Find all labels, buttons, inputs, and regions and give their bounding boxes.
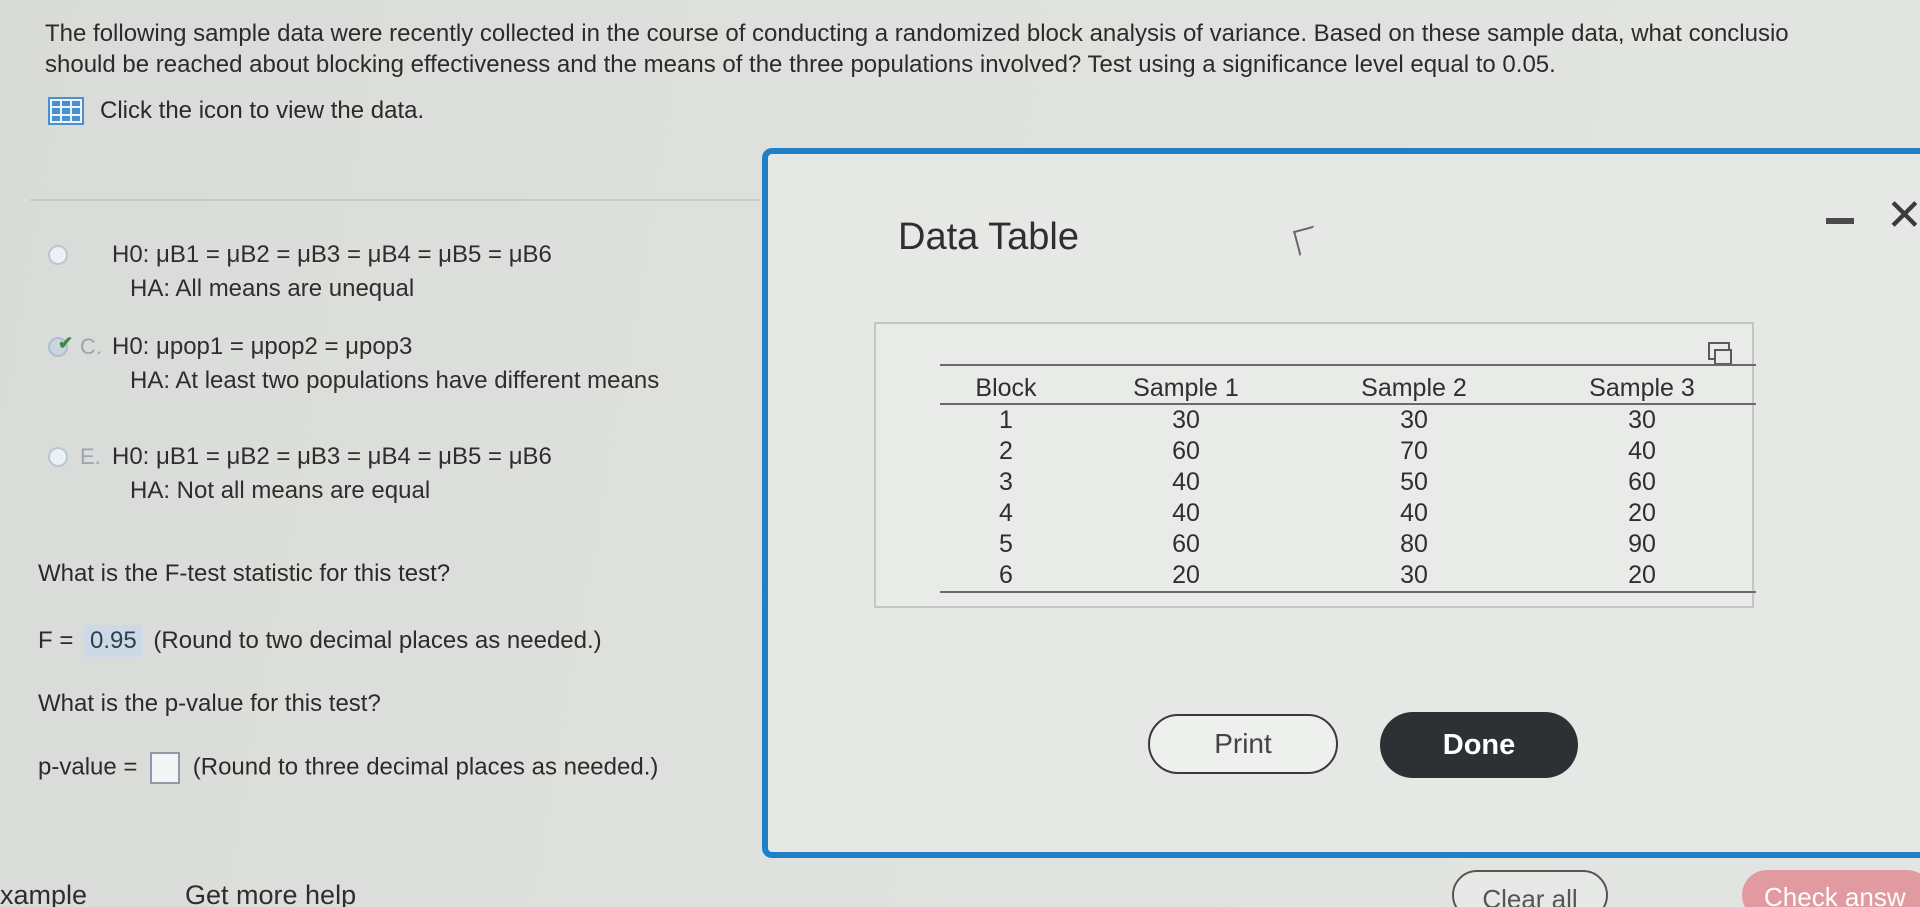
cell: 60 (1172, 530, 1200, 558)
header-sample-2: Sample 2 (1361, 374, 1467, 402)
cell: 20 (1071, 560, 1300, 593)
option-letter: C. (80, 334, 102, 359)
question-line-1: The following sample data were recently … (45, 20, 1789, 47)
null-hypothesis: H0: μB1 = μB2 = μB3 = μB4 = μB5 = μB6 (112, 241, 552, 268)
f-prefix: F = (38, 627, 74, 654)
print-button[interactable]: Print (1148, 714, 1338, 774)
option-letter: E. (80, 444, 101, 469)
table-row: 5 60 80 90 (940, 529, 1756, 560)
cell: 1 (999, 406, 1013, 434)
cell: 40 (1172, 468, 1200, 496)
alt-hypothesis: HA: All means are unequal (130, 275, 415, 302)
p-prefix: p-value = (38, 753, 138, 781)
example-link[interactable]: xample (0, 880, 87, 907)
table-row: 4 40 40 20 (940, 498, 1756, 529)
cell: 80 (1400, 530, 1428, 558)
dialog-title: Data Table (898, 216, 1079, 258)
cell: 30 (1172, 406, 1200, 434)
cell: 5 (999, 530, 1013, 558)
f-question: What is the F-test statistic for this te… (38, 560, 451, 587)
section-divider (30, 199, 760, 201)
question-text: The following sample data were recently … (45, 18, 1920, 80)
cell: 20 (1527, 560, 1756, 593)
cell: 70 (1400, 437, 1428, 465)
f-answer-row: F = 0.95 (Round to two decimal places as… (38, 625, 602, 657)
table-row: 3 40 50 60 (940, 467, 1756, 498)
null-hypothesis: H0: μB1 = μB2 = μB3 = μB4 = μB5 = μB6 (112, 443, 552, 470)
radio-button[interactable] (48, 447, 68, 467)
p-value-input[interactable] (150, 752, 181, 784)
data-table-panel: Block Sample 1 Sample 2 Sample 3 1 30 30… (874, 322, 1756, 608)
cell: 30 (1400, 406, 1428, 434)
question-line-2: should be reached about blocking effecti… (45, 51, 1556, 78)
option-e[interactable]: E. H0: μB1 = μB2 = μB3 = μB4 = μB5 = μB6… (48, 440, 552, 508)
cell: 3 (999, 468, 1013, 496)
p-answer-row: p-value = (Round to three decimal places… (38, 752, 658, 784)
p-hint: (Round to three decimal places as needed… (192, 753, 659, 781)
data-table: Block Sample 1 Sample 2 Sample 3 1 30 30… (940, 364, 1756, 593)
cell: 40 (1172, 499, 1200, 527)
radio-button-selected[interactable]: ✔ (48, 333, 73, 357)
option-prev[interactable]: H0: μB1 = μB2 = μB3 = μB4 = μB5 = μB6 HA… (48, 238, 552, 306)
cell: 2 (999, 437, 1013, 465)
data-table-dialog: Data Table ✕ Block Sample 1 Sample 2 Sam… (762, 148, 1920, 858)
cell: 20 (1628, 499, 1656, 527)
copy-icon[interactable] (1708, 342, 1732, 365)
get-more-help-link[interactable]: Get more help (185, 880, 356, 907)
option-c[interactable]: ✔ C. H0: μpop1 = μpop2 = μpop3 HA: At le… (48, 330, 659, 398)
minimize-icon[interactable] (1826, 218, 1854, 224)
done-button[interactable]: Done (1380, 712, 1578, 778)
cell: 50 (1400, 468, 1428, 496)
p-question: What is the p-value for this test? (38, 690, 381, 717)
cell: 4 (999, 499, 1013, 527)
cell: 90 (1628, 530, 1656, 558)
check-icon: ✔ (58, 333, 74, 353)
radio-button[interactable] (48, 245, 68, 265)
cell: 30 (1628, 406, 1656, 434)
null-hypothesis: H0: μpop1 = μpop2 = μpop3 (112, 333, 413, 360)
check-answer-button[interactable]: Check answ (1742, 870, 1920, 907)
cell: 30 (1299, 560, 1528, 593)
view-data-link[interactable]: Click the icon to view the data. (48, 96, 424, 126)
table-row: 1 30 30 30 (940, 404, 1756, 436)
table-row: 2 60 70 40 (940, 436, 1756, 467)
cell: 6 (940, 560, 1072, 593)
table-icon[interactable] (48, 97, 84, 125)
f-hint: (Round to two decimal places as needed.) (153, 627, 602, 654)
table-row: 6 20 30 20 (940, 560, 1756, 593)
view-data-label: Click the icon to view the data. (100, 97, 425, 124)
f-answer-field[interactable]: 0.95 (84, 625, 143, 657)
header-block: Block (975, 374, 1037, 402)
clear-all-button[interactable]: Clear all (1452, 870, 1608, 907)
header-sample-1: Sample 1 (1133, 374, 1239, 402)
table-header-row: Block Sample 1 Sample 2 Sample 3 (940, 365, 1756, 404)
alt-hypothesis: HA: Not all means are equal (130, 477, 431, 504)
mouse-cursor-icon (1293, 225, 1321, 257)
cell: 60 (1172, 437, 1200, 465)
header-sample-3: Sample 3 (1589, 374, 1695, 402)
alt-hypothesis: HA: At least two populations have differ… (130, 367, 660, 394)
cell: 60 (1628, 468, 1656, 496)
close-icon[interactable]: ✕ (1886, 194, 1920, 238)
cell: 40 (1628, 437, 1656, 465)
cell: 40 (1400, 499, 1428, 527)
